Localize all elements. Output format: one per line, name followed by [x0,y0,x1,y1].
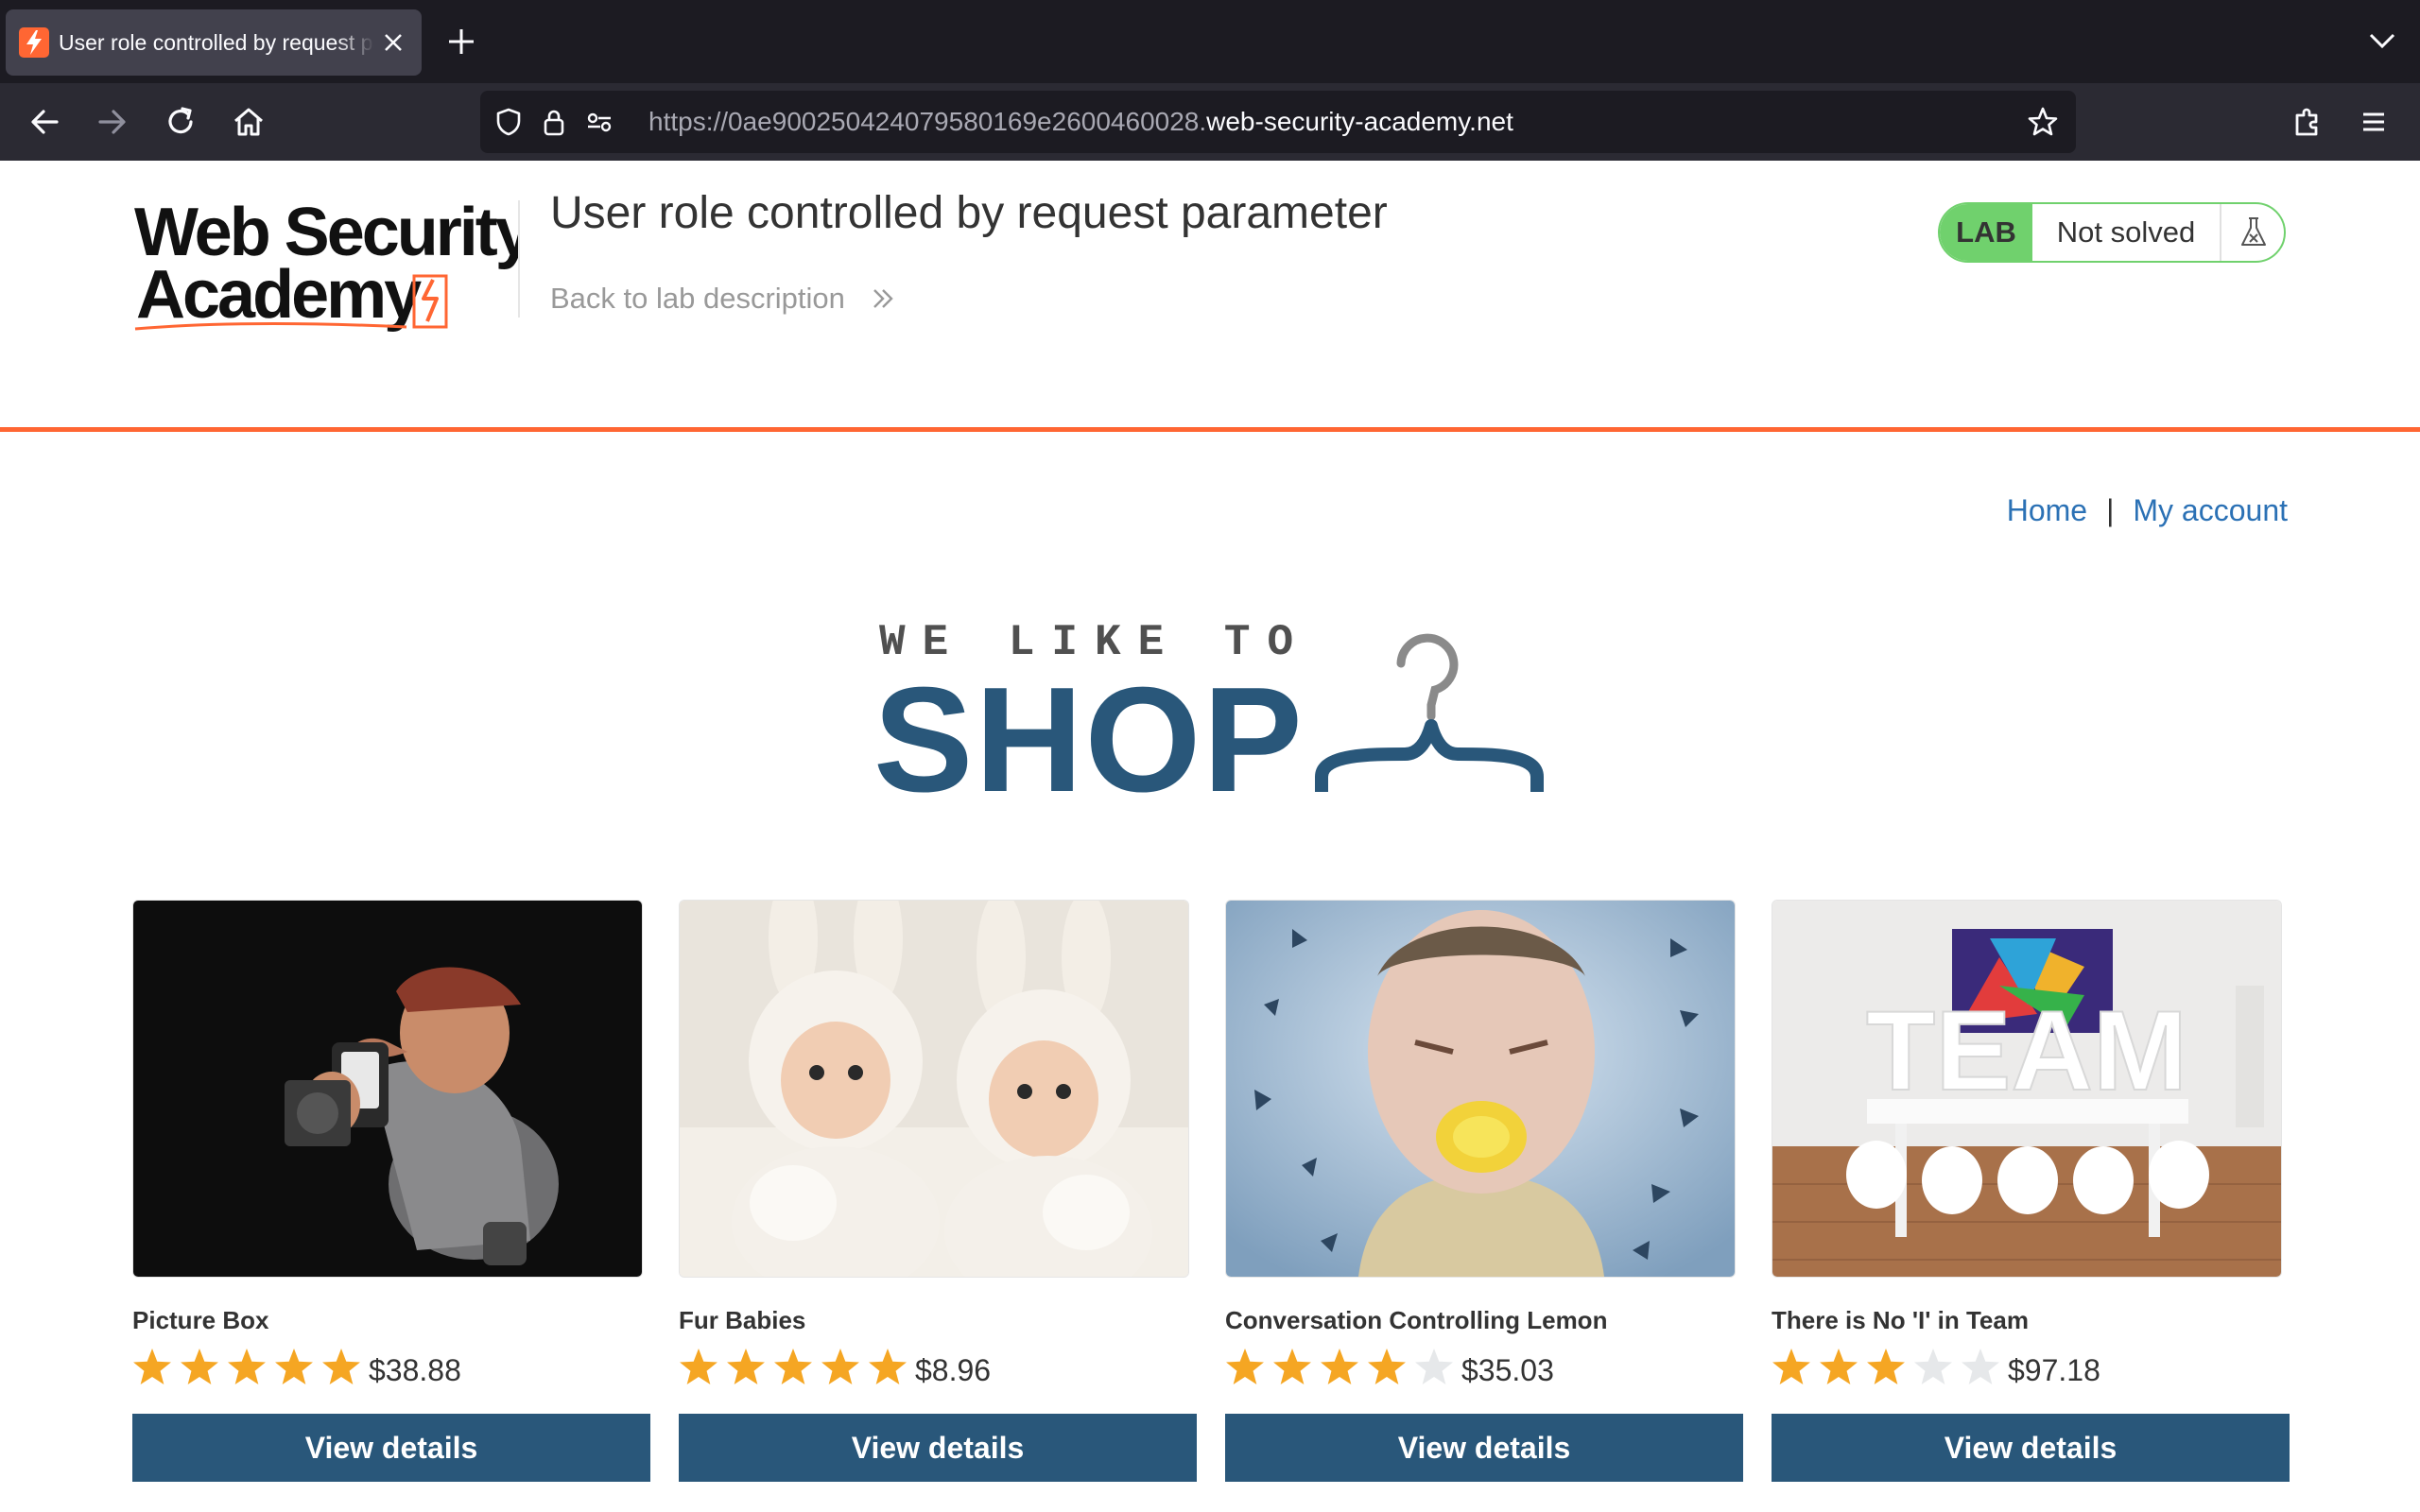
back-arrow-icon[interactable] [26,104,62,140]
hamburger-menu-icon[interactable] [2356,104,2392,140]
product-card: TEAM There is No 'I' in Team $97.18 View… [1772,898,2290,1484]
star-rating [680,1349,907,1384]
star-filled-icon [228,1349,266,1384]
double-chevron-right-icon [873,289,893,308]
babies-in-bunny-suits-image [680,901,1188,1277]
view-details-button[interactable]: View details [132,1414,650,1482]
star-filled-icon [322,1349,360,1384]
site-permissions-icon[interactable] [584,107,614,137]
extensions-puzzle-icon[interactable] [2290,104,2325,140]
star-filled-icon [680,1349,717,1384]
web-security-academy-logo[interactable]: Web Security Academy [132,197,520,338]
nav-separator: | [2106,493,2115,527]
product-image[interactable] [1225,900,1736,1278]
lab-title: User role controlled by request paramete… [550,188,1388,238]
product-price: $97.18 [2008,1353,2100,1387]
tab-title: User role controlled by request paramete… [59,30,374,55]
product-card: Conversation Controlling Lemon $35.03 Vi… [1225,898,1743,1484]
view-details-button[interactable]: View details [1772,1414,2290,1482]
flask-icon [2241,217,2266,246]
svg-text:TEAM: TEAM [1866,988,2187,1114]
view-details-button[interactable]: View details [679,1414,1197,1482]
star-filled-icon [774,1349,812,1384]
product-card: Picture Box $38.88 View details [132,898,650,1484]
star-filled-icon [821,1349,859,1384]
coat-hanger-icon [1315,633,1544,792]
my-account-link[interactable]: My account [2133,493,2288,527]
star-empty-icon [1962,1349,1999,1384]
url-prefix: https://0ae900250424079580169e2600460028… [648,107,1207,136]
star-filled-icon [1273,1349,1311,1384]
product-price: $38.88 [369,1353,461,1387]
product-price: $35.03 [1461,1353,1554,1387]
star-rating [1772,1349,1999,1384]
url-host: web-security-academy.net [1206,107,1513,136]
star-filled-icon [1368,1349,1406,1384]
photographer-figurine-image [133,901,642,1277]
lab-status-widget: LAB Not solved [1938,202,2286,263]
star-filled-icon [869,1349,907,1384]
back-link-label: Back to lab description [550,282,845,315]
star-filled-icon [1226,1349,1264,1384]
lock-icon[interactable] [539,107,569,137]
address-bar[interactable]: https://0ae900250424079580169e2600460028… [480,91,2076,153]
star-filled-icon [1772,1349,1810,1384]
product-price: $8.96 [915,1353,992,1387]
star-empty-icon [1914,1349,1952,1384]
home-icon[interactable] [231,104,267,140]
new-tab-plus-icon[interactable] [444,25,478,59]
close-tab-icon[interactable] [380,29,406,56]
lab-tag: LAB [1940,204,2032,261]
man-biting-lemon-image [1226,901,1735,1277]
header-divider [518,200,520,318]
product-name: Fur Babies [679,1306,806,1334]
star-filled-icon [1321,1349,1358,1384]
star-rating [133,1349,360,1384]
svg-text:Academy: Academy [136,257,422,333]
url-text[interactable]: https://0ae900250424079580169e2600460028… [648,106,1513,138]
product-name: There is No 'I' in Team [1772,1306,2029,1334]
bookmark-star-icon[interactable] [2027,106,2059,138]
view-details-button[interactable]: View details [1225,1414,1743,1482]
product-card: Fur Babies $8.96 View details [679,898,1197,1484]
reload-icon[interactable] [163,104,199,140]
browser-nav-bar: https://0ae900250424079580169e2600460028… [0,83,2420,161]
lab-status-text: Not solved [2056,215,2196,249]
star-filled-icon [727,1349,765,1384]
lab-status-separator [2220,204,2221,261]
star-filled-icon [275,1349,313,1384]
product-name: Conversation Controlling Lemon [1225,1306,1608,1334]
team-meeting-room-image: TEAM [1772,901,2281,1277]
star-filled-icon [133,1349,171,1384]
star-empty-icon [1415,1349,1453,1384]
star-filled-icon [1820,1349,1858,1384]
product-image[interactable] [132,900,643,1278]
product-name: Picture Box [132,1306,269,1334]
list-all-tabs-chevron-icon[interactable] [2365,26,2399,55]
star-rating [1226,1349,1453,1384]
browser-tab-bar: User role controlled by request paramete… [0,0,2420,83]
portswigger-favicon-icon [19,27,49,58]
product-image[interactable] [679,900,1189,1278]
home-link[interactable]: Home [2007,493,2087,527]
star-filled-icon [1867,1349,1905,1384]
hero-shop-title: SHOP [873,657,1305,823]
header-orange-rule [0,427,2420,432]
star-filled-icon [181,1349,218,1384]
site-nav: Home | My account [2007,490,2288,531]
tracking-protection-shield-icon[interactable] [493,107,524,137]
product-image[interactable]: TEAM [1772,900,2282,1278]
forward-arrow-icon[interactable] [95,104,130,140]
back-to-lab-description-link[interactable]: Back to lab description [550,280,893,318]
browser-tab-active[interactable]: User role controlled by request paramete… [6,9,422,76]
